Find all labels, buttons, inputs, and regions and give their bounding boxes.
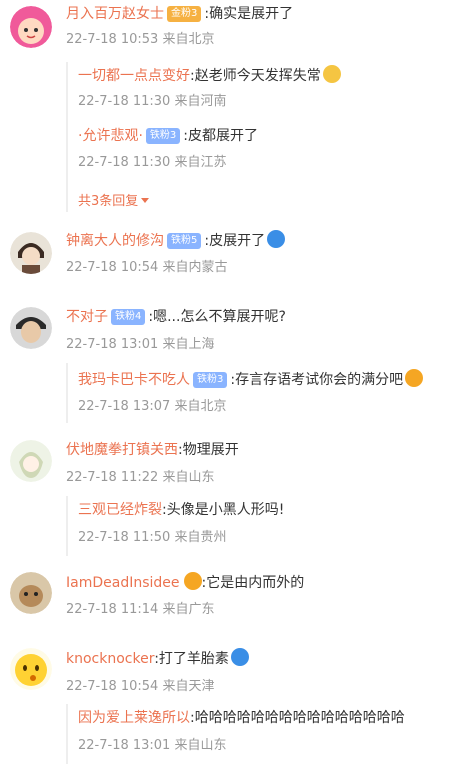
comment-text: :物理展开 xyxy=(178,442,239,458)
username[interactable]: 月入百万赵女士 xyxy=(66,6,164,22)
reply-username[interactable]: ·允许悲观· xyxy=(78,128,143,144)
love-emoji-icon xyxy=(183,572,202,590)
reply-line: 因为爱上莱逸所以:哈哈哈哈哈哈哈哈哈哈哈哈哈哈哈 xyxy=(78,708,405,728)
reply-time: 22-7-18 13:01 来自山东 xyxy=(78,738,227,753)
laugh-emoji-icon xyxy=(322,65,341,83)
avatar[interactable] xyxy=(10,232,52,274)
laugh-emoji-icon xyxy=(405,369,424,387)
reply-thread xyxy=(66,62,68,212)
comment-text: :它是由内而外的 xyxy=(201,575,305,591)
comment-time: 22-7-18 11:14 来自广东 xyxy=(66,602,215,617)
avatar[interactable] xyxy=(10,440,52,482)
comment-line: 月入百万赵女士 金粉3:确实是展开了 xyxy=(66,4,293,24)
avatar[interactable] xyxy=(10,6,52,48)
username[interactable]: IamDeadInsidee xyxy=(66,575,180,591)
reply-text: :哈哈哈哈哈哈哈哈哈哈哈哈哈哈哈 xyxy=(190,710,405,726)
reply-thread xyxy=(66,496,68,556)
reply-line: 三观已经炸裂:头像是小黑人形吗! xyxy=(78,500,284,520)
more-replies-link[interactable]: 共3条回复 xyxy=(78,190,150,209)
caret-down-icon xyxy=(141,198,150,203)
reply-text: :皮都展开了 xyxy=(183,128,258,144)
fan-badge: 铁粉3 xyxy=(145,128,181,144)
comment-time: 22-7-18 10:54 来自内蒙古 xyxy=(66,260,228,275)
username[interactable]: knocknocker xyxy=(66,651,154,667)
comment-time: 22-7-18 11:22 来自山东 xyxy=(66,470,215,485)
comment-text: :皮展开了 xyxy=(204,233,266,249)
comment-text: :打了羊胎素 xyxy=(154,651,229,667)
doraemon-emoji-icon xyxy=(267,230,286,248)
comment-line: 伏地魔拳打镇关西:物理展开 xyxy=(66,440,239,460)
avatar[interactable] xyxy=(10,648,52,690)
username[interactable]: 钟离大人的修沟 xyxy=(66,233,164,249)
reply-text: :存言存语考试你会的满分吧 xyxy=(230,372,404,388)
comment-line: 不对子 铁粉4:嗯...怎么不算展开呢? xyxy=(66,307,286,327)
comment-time: 22-7-18 10:54 来自天津 xyxy=(66,679,215,694)
fan-badge: 铁粉4 xyxy=(111,309,146,325)
reply-time: 22-7-18 13:07 来自北京 xyxy=(78,399,227,414)
reply-time: 22-7-18 11:30 来自江苏 xyxy=(78,155,227,170)
comment-line: IamDeadInsidee :它是由内而外的 xyxy=(66,572,304,593)
reply-time: 22-7-18 11:30 来自河南 xyxy=(78,94,227,109)
doraemon-emoji-icon xyxy=(230,648,249,666)
comment-line: knocknocker:打了羊胎素 xyxy=(66,648,249,669)
reply-text: :赵老师今天发挥失常 xyxy=(190,68,321,84)
reply-line: 我玛卡巴卡不吃人 铁粉3:存言存语考试你会的满分吧 xyxy=(78,369,424,390)
avatar[interactable] xyxy=(10,307,52,349)
comment-text: :确实是展开了 xyxy=(204,6,294,22)
more-replies-label: 共3条回复 xyxy=(78,194,139,209)
comment-time: 22-7-18 13:01 来自上海 xyxy=(66,337,215,352)
reply-username[interactable]: 三观已经炸裂 xyxy=(78,502,162,518)
avatar[interactable] xyxy=(10,572,52,614)
fan-badge: 铁粉5 xyxy=(167,233,202,249)
fan-badge: 铁粉3 xyxy=(193,372,228,388)
fan-badge: 金粉3 xyxy=(167,6,202,22)
reply-username[interactable]: 我玛卡巴卡不吃人 xyxy=(78,372,190,388)
reply-thread xyxy=(66,363,68,423)
reply-line: ·允许悲观· 铁粉3:皮都展开了 xyxy=(78,126,258,146)
reply-thread xyxy=(66,704,68,764)
comment-text: :嗯...怎么不算展开呢? xyxy=(148,309,286,325)
reply-username[interactable]: 因为爱上莱逸所以 xyxy=(78,710,190,726)
reply-line: 一切都一点点变好:赵老师今天发挥失常 xyxy=(78,65,341,86)
username[interactable]: 伏地魔拳打镇关西 xyxy=(66,442,178,458)
comment-line: 钟离大人的修沟 铁粉5:皮展开了 xyxy=(66,230,286,251)
reply-text: :头像是小黑人形吗! xyxy=(162,502,285,518)
reply-username[interactable]: 一切都一点点变好 xyxy=(78,68,190,84)
comment-time: 22-7-18 10:53 来自北京 xyxy=(66,32,215,47)
reply-time: 22-7-18 11:50 来自贵州 xyxy=(78,530,227,545)
username[interactable]: 不对子 xyxy=(66,309,108,325)
